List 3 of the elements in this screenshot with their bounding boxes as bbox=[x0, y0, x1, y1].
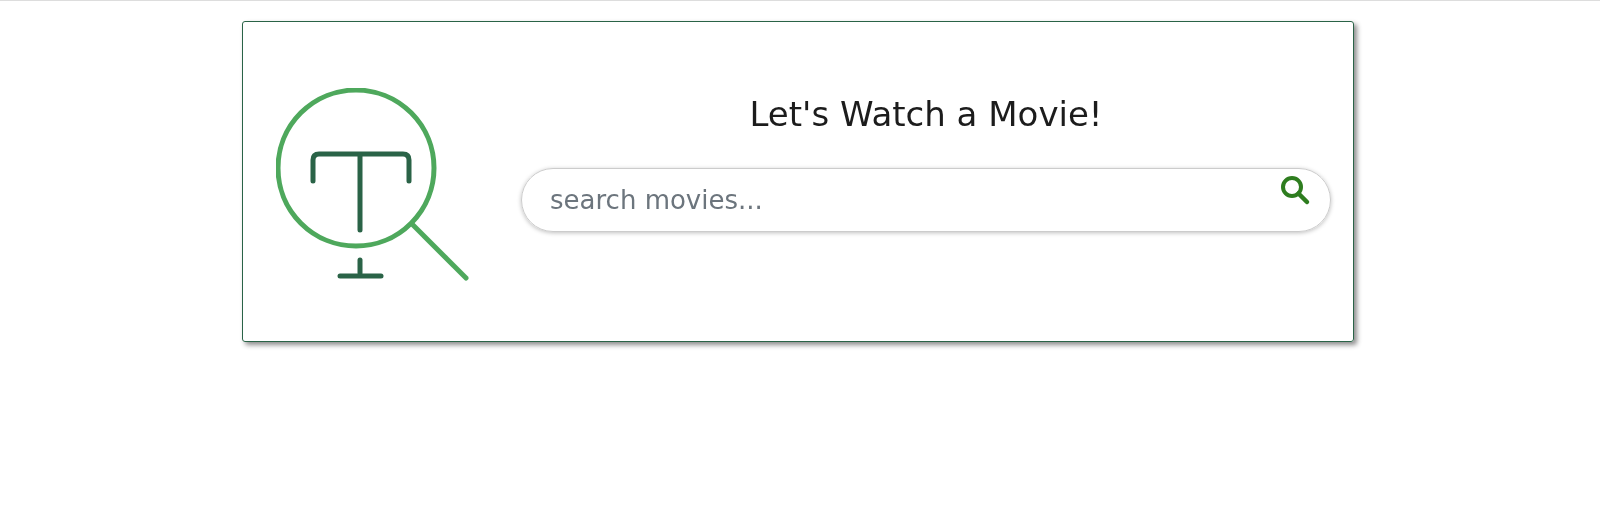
search-icon[interactable] bbox=[1279, 174, 1311, 206]
search-field[interactable]: search movies... bbox=[521, 168, 1331, 232]
page-title: Let's Watch a Movie! bbox=[749, 94, 1103, 134]
